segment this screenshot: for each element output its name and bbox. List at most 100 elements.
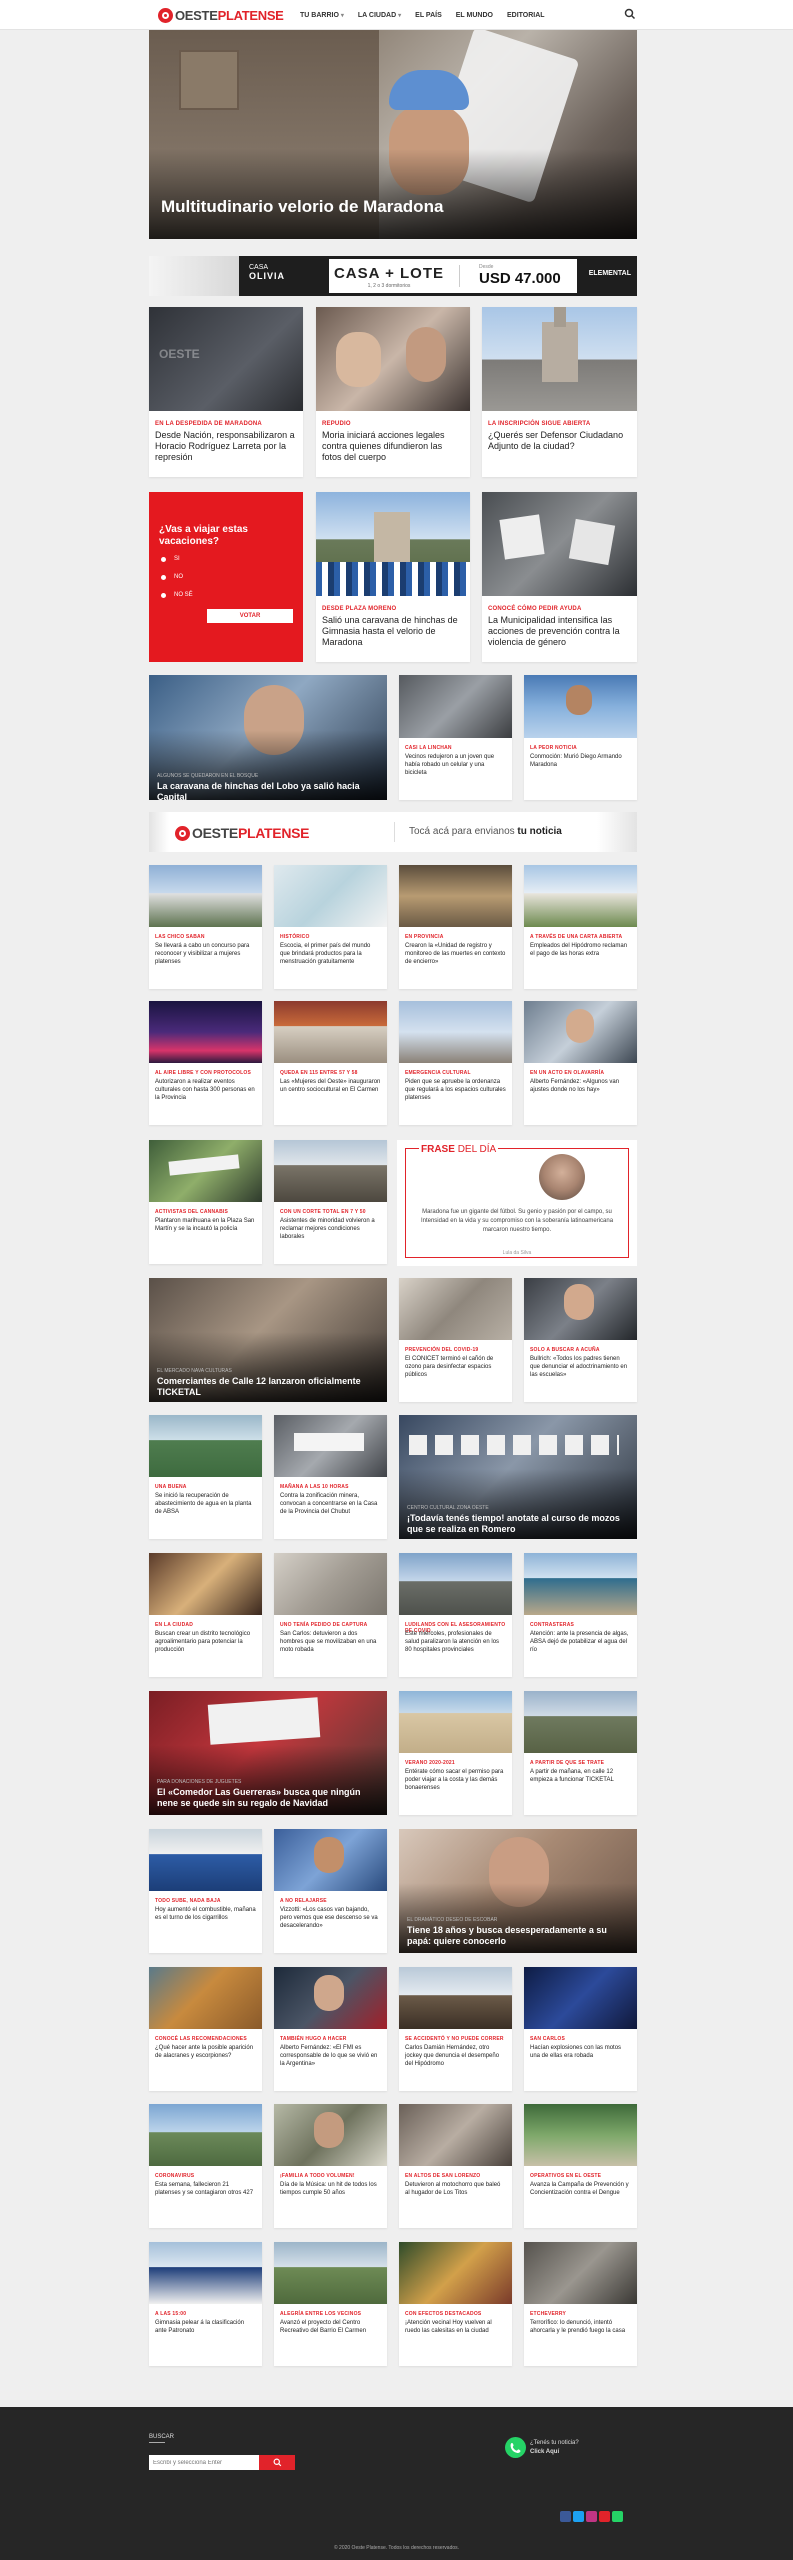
ad-banner[interactable]: CASA OLIVIA CASA + LOTE 1, 2 o 3 dormitor… xyxy=(149,256,637,296)
radio-icon[interactable] xyxy=(161,574,166,580)
card-title[interactable]: Hacían explosiones con las motos una de … xyxy=(530,2044,631,2060)
news-card[interactable]: CASI LA LINCHAN Vecinos redujeron a un j… xyxy=(399,675,512,800)
featured-dark-card[interactable]: EL DRAMÁTICO DESEO DE ESCOBAR Tiene 18 a… xyxy=(399,1829,637,1953)
card-title[interactable]: Escocia, el primer país del mundo que br… xyxy=(280,942,381,966)
news-card[interactable]: A NO RELAJARSE Vizzotti: «Los casos van … xyxy=(274,1829,387,1953)
news-card[interactable]: DESDE PLAZA MORENO Salió una caravana de… xyxy=(316,492,470,662)
card-title[interactable]: ¿Qué hacer ante la posible aparición de … xyxy=(155,2044,256,2060)
poll-option-nose[interactable]: NO SÉ xyxy=(161,592,193,598)
facebook-icon[interactable] xyxy=(560,2511,571,2522)
contact-banner[interactable]: OESTE PLATENSE Tocá acá para envianos tu … xyxy=(149,812,637,852)
card-title[interactable]: Vizzotti: «Los casos van bajando, pero v… xyxy=(280,1906,381,1930)
card-title[interactable]: ¡Todavía tenés tiempo! anotate al curso … xyxy=(407,1513,629,1535)
news-card[interactable]: ALEGRÍA ENTRE LOS VECINOS Avanzó el proy… xyxy=(274,2242,387,2366)
card-title[interactable]: Este miércoles, profesionales de salud p… xyxy=(405,1630,506,1654)
news-card[interactable]: OESTE EN LA DESPEDIDA DE MARADONA Desde … xyxy=(149,307,303,477)
card-title[interactable]: Día de la Música: un hit de todos los ti… xyxy=(280,2181,381,2197)
card-title[interactable]: Esta semana, fallecieron 21 platenses y … xyxy=(155,2181,256,2197)
news-card[interactable]: REPUDIO Moria iniciará acciones legales … xyxy=(316,307,470,477)
card-title[interactable]: Terrorífico: lo denunció, intentó ahorca… xyxy=(530,2319,631,2335)
news-card[interactable]: VERANO 2020-2021 Entérate cómo sacar el … xyxy=(399,1691,512,1815)
radio-icon[interactable] xyxy=(161,556,166,562)
vote-button[interactable]: VOTAR xyxy=(207,609,293,623)
news-card[interactable]: TAMBIÉN HUGO A HACER Alberto Fernández: … xyxy=(274,1967,387,2091)
featured-dark-card[interactable]: EL MERCADO NAVA CULTURAS Comerciantes de… xyxy=(149,1278,387,1402)
news-card[interactable]: UNA BUENA Se inició la recuperación de a… xyxy=(149,1415,262,1539)
news-card[interactable]: LA INSCRIPCIÓN SIGUE ABIERTA ¿Querés ser… xyxy=(482,307,637,477)
news-card[interactable]: EMERGENCIA CULTURAL Piden que se apruebe… xyxy=(399,1001,512,1125)
card-title[interactable]: ¿Querés ser Defensor Ciudadano Adjunto d… xyxy=(488,430,631,452)
menu-item-el-pais[interactable]: EL PAÍS xyxy=(415,12,442,19)
news-card[interactable]: PREVENCIÓN DEL COVID-19 El CONICET termi… xyxy=(399,1278,512,1402)
card-title[interactable]: San Carlos: detuvieron a dos hombres que… xyxy=(280,1630,381,1654)
card-title[interactable]: Avanza la Campaña de Prevención y Concie… xyxy=(530,2181,631,2197)
footer-search-input[interactable] xyxy=(149,2455,259,2470)
card-title[interactable]: Avanzó el proyecto del Centro Recreativo… xyxy=(280,2319,381,2335)
news-card[interactable]: CON EFECTOS DESTACADOS ¡Atención vecinal… xyxy=(399,2242,512,2366)
news-card[interactable]: EN LA CIUDAD Buscan crear un distrito te… xyxy=(149,1553,262,1677)
card-title[interactable]: Autorizaron a realizar eventos culturale… xyxy=(155,1078,256,1102)
card-title[interactable]: ¡Atención vecinal Hoy vuelven al ruedo l… xyxy=(405,2319,506,2335)
menu-item-el-mundo[interactable]: EL MUNDO xyxy=(456,12,493,19)
news-card[interactable]: A LAS 15:00 Gimnasia pelear á la clasifi… xyxy=(149,2242,262,2366)
card-title[interactable]: Gimnasia pelear á la clasificación ante … xyxy=(155,2319,256,2335)
poll-option-no[interactable]: NO xyxy=(161,574,183,580)
news-card[interactable]: MAÑANA A LAS 10 HORAS Contra la zonifica… xyxy=(274,1415,387,1539)
featured-dark-card[interactable]: CENTRO CULTURAL ZONA OESTE ¡Todavía tené… xyxy=(399,1415,637,1539)
card-title[interactable]: Plantaron marihuana en la Plaza San Mart… xyxy=(155,1217,256,1233)
menu-item-editorial[interactable]: EDITORIAL xyxy=(507,12,545,19)
twitter-icon[interactable] xyxy=(573,2511,584,2522)
featured-dark-card[interactable]: ALGUNOS SE QUEDARON EN EL BOSQUE La cara… xyxy=(149,675,387,800)
card-title[interactable]: Crearon la «Unidad de registro y monitor… xyxy=(405,942,506,966)
card-title[interactable]: Empleados del Hipódromo reclaman el pago… xyxy=(530,942,631,958)
card-title[interactable]: Entérate cómo sacar el permiso para pode… xyxy=(405,1768,506,1792)
whatsapp-small-icon[interactable] xyxy=(612,2511,623,2522)
card-title[interactable]: Alberto Fernández: «Algunos van ajustes … xyxy=(530,1078,631,1094)
card-title[interactable]: Buscan crear un distrito tecnológico agr… xyxy=(155,1630,256,1654)
card-title[interactable]: Piden que se apruebe la ordenanza que re… xyxy=(405,1078,506,1102)
poll-option-si[interactable]: SI xyxy=(161,556,180,562)
card-title[interactable]: Bullrich: «Todos los padres tienen que d… xyxy=(530,1355,631,1379)
news-card[interactable]: SOLO A BUSCAR A ACUÑA Bullrich: «Todos l… xyxy=(524,1278,637,1402)
hero-story[interactable]: Multitudinario velorio de Maradona xyxy=(149,30,637,239)
news-card[interactable]: SAN CARLOS Hacían explosiones con las mo… xyxy=(524,1967,637,2091)
site-logo[interactable]: OESTE PLATENSE xyxy=(158,6,284,24)
news-card[interactable]: HISTÓRICO Escocia, el primer país del mu… xyxy=(274,865,387,989)
news-card[interactable]: AL AIRE LIBRE Y CON PROTOCOLOS Autorizar… xyxy=(149,1001,262,1125)
news-card[interactable]: EN UN ACTO EN OLAVARRÍA Alberto Fernánde… xyxy=(524,1001,637,1125)
hero-title[interactable]: Multitudinario velorio de Maradona xyxy=(161,197,443,217)
news-card[interactable]: A PARTIR DE QUE SE TRATE A partir de mañ… xyxy=(524,1691,637,1815)
card-title[interactable]: La caravana de hinchas del Lobo ya salió… xyxy=(157,781,379,800)
news-card[interactable]: A TRAVÉS DE UNA CARTA ABIERTA Empleados … xyxy=(524,865,637,989)
news-card[interactable]: ACTIVISTAS DEL CANNABIS Plantaron marihu… xyxy=(149,1140,262,1264)
news-card[interactable]: ¡FAMILIA A TODO VOLUMEN! Día de la Músic… xyxy=(274,2104,387,2228)
news-card[interactable]: TODO SUBE, NADA BAJA Hoy aumentó el comb… xyxy=(149,1829,262,1953)
card-title[interactable]: Detuvieron al motochorro que baleó al hu… xyxy=(405,2181,506,2197)
news-card[interactable]: ETCHEVERRY Terrorífico: lo denunció, int… xyxy=(524,2242,637,2366)
news-card[interactable]: LA PEOR NOTICIA Conmoción: Murió Diego A… xyxy=(524,675,637,800)
youtube-icon[interactable] xyxy=(599,2511,610,2522)
card-title[interactable]: Comerciantes de Calle 12 lanzaron oficia… xyxy=(157,1376,379,1398)
news-card[interactable]: SE ACCIDENTÓ Y NO PUEDE CORRER Carlos Da… xyxy=(399,1967,512,2091)
menu-item-tu-barrio[interactable]: TU BARRIO ▾ xyxy=(300,12,344,19)
card-title[interactable]: Atención: ante la presencia de algas, AB… xyxy=(530,1630,631,1654)
menu-item-la-ciudad[interactable]: LA CIUDAD ▾ xyxy=(358,12,401,19)
card-title[interactable]: Alberto Fernández: «El FMI es correspons… xyxy=(280,2044,381,2068)
card-title[interactable]: Se inició la recuperación de abastecimie… xyxy=(155,1492,256,1516)
card-title[interactable]: A partir de mañana, en calle 12 empieza … xyxy=(530,1768,631,1784)
featured-dark-card[interactable]: PARA DONACIONES DE JUGUETES El «Comedor … xyxy=(149,1691,387,1815)
card-title[interactable]: El CONICET terminó el cañón de ozono par… xyxy=(405,1355,506,1379)
news-card[interactable]: CONOCÉ LAS RECOMENDACIONES ¿Qué hacer an… xyxy=(149,1967,262,2091)
card-title[interactable]: La Municipalidad intensifica las accione… xyxy=(488,615,631,648)
news-card[interactable]: QUEDA EN 115 ENTRE 57 Y 58 Las «Mujeres … xyxy=(274,1001,387,1125)
card-title[interactable]: Salió una caravana de hinchas de Gimnasi… xyxy=(322,615,464,648)
news-card[interactable]: CORONAVIRUS Esta semana, fallecieron 21 … xyxy=(149,2104,262,2228)
card-title[interactable]: Las «Mujeres del Oeste» inauguraron un c… xyxy=(280,1078,381,1094)
card-title[interactable]: Desde Nación, responsabilizaron a Horaci… xyxy=(155,430,297,463)
radio-icon[interactable] xyxy=(161,592,166,598)
card-title[interactable]: Asistentes de minoridad volvieron a recl… xyxy=(280,1217,381,1241)
footer-search-button[interactable] xyxy=(259,2455,295,2470)
news-card[interactable]: CON UN CORTE TOTAL EN 7 Y 50 Asistentes … xyxy=(274,1140,387,1264)
news-card[interactable]: LUDILANDS CON EL ASESORAMIENTO DE COVID … xyxy=(399,1553,512,1677)
card-title[interactable]: Carlos Damián Hernández, otro jockey que… xyxy=(405,2044,506,2068)
